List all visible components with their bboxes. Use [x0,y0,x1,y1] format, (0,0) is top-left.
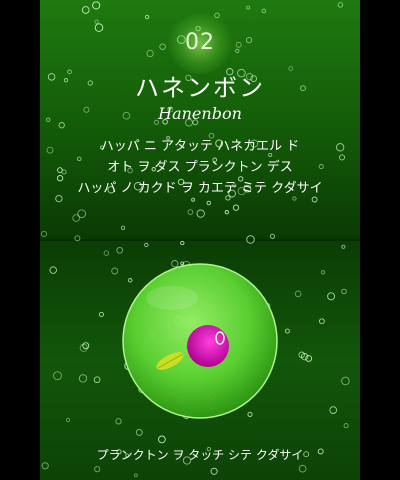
ds-screen: 02 ハネンボン Hanenbon ハッパ ニ アタッテ ハネカエル ド オト … [40,0,360,480]
bubble-particle [58,122,65,129]
bubble-particle [144,14,150,20]
bubble-particle [40,230,48,237]
bubble-particle [187,209,194,215]
description-line: ハッパ ノ カクド ヲ カエテ ミテ クダサイ [77,181,323,196]
magenta-plankton-icon[interactable] [187,325,229,367]
bubble-particle [94,19,99,24]
description-line: オト ヲ ダス プランクトン デス [107,160,293,175]
bubble-particle [232,204,240,211]
description-line: ハッパ ニ アタッテ ハネカエル ド [100,139,300,154]
bubble-particle [337,2,344,8]
creature-title: ハネンボン [135,74,265,102]
bubble-particle [81,6,90,14]
bubble-particle [246,5,251,10]
stage-number: 02 [185,30,215,55]
bubble-particle [72,214,81,222]
bubble-particle [92,1,101,10]
creature-description: ハッパ ニ アタッテ ハネカエル ド オト ヲ ダス プランクトン デス ハッパ… [40,136,360,199]
bubble-particle [269,233,276,239]
bubble-particle [196,209,205,218]
bubble-particle [261,8,267,14]
play-field[interactable] [40,240,360,480]
creature-title-romaji: Hanenbon [158,104,242,123]
instruction-text: プランクトン ヲ タッチ シテ クダサイ [96,448,304,462]
bubble-particle [224,210,229,215]
bubble-particle [206,200,212,206]
bubble-particle [120,225,126,230]
